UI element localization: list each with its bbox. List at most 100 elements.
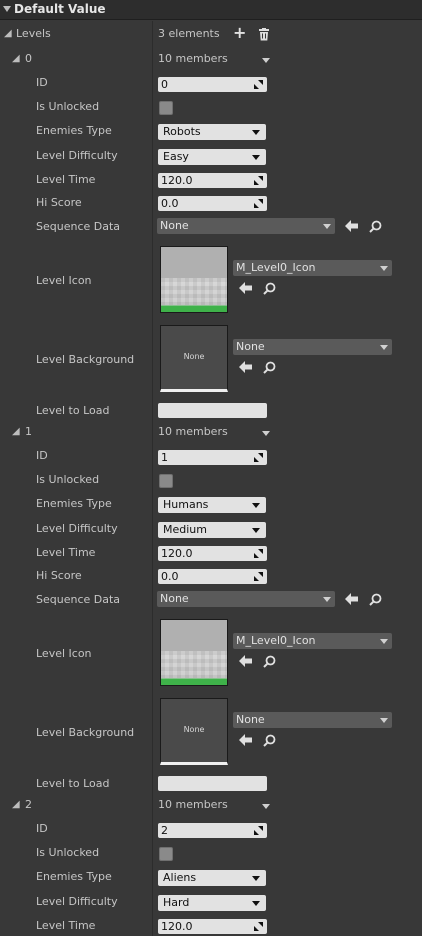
enemies-type-value: Humans — [163, 498, 209, 511]
level-background-thumbnail[interactable]: None — [160, 698, 228, 765]
level-icon-picker[interactable]: M_Level0_Icon — [233, 633, 392, 649]
sequence-data-row: Sequence Data None — [0, 589, 422, 609]
level-icon-thumbnail[interactable] — [160, 619, 228, 686]
level-icon-picker[interactable]: M_Level0_Icon — [233, 260, 392, 276]
level-background-picker[interactable]: None — [233, 712, 392, 728]
difficulty-row: Level Difficulty Medium — [0, 518, 422, 538]
difficulty-combo[interactable]: Hard — [158, 895, 266, 911]
enemies-type-value: Robots — [163, 125, 201, 138]
level-time-row: Level Time 120.0 — [0, 915, 422, 935]
use-selected-arrow-icon[interactable] — [239, 282, 253, 296]
members-chevron-icon[interactable] — [262, 804, 270, 809]
level-icon-label: Level Icon — [36, 647, 92, 660]
sequence-picker[interactable]: None — [157, 218, 335, 234]
use-selected-arrow-icon[interactable] — [239, 734, 253, 748]
level-to-load-row: Level to Load — [0, 400, 422, 420]
is-unlocked-checkbox[interactable] — [159, 101, 173, 115]
hi-score-field[interactable]: 0.0 — [158, 196, 267, 211]
spin-arrows-icon[interactable] — [254, 572, 263, 581]
element-expand-icon[interactable]: ◢ — [12, 426, 20, 437]
is-unlocked-checkbox[interactable] — [159, 847, 173, 861]
id-field[interactable]: 1 — [158, 450, 267, 465]
enemies-type-row: Enemies Type Aliens — [0, 866, 422, 886]
members-chevron-icon[interactable] — [262, 58, 270, 63]
id-field[interactable]: 0 — [158, 77, 267, 92]
spin-arrows-icon[interactable] — [254, 453, 263, 462]
collapse-arrow-icon[interactable] — [3, 6, 11, 12]
spin-arrows-icon[interactable] — [254, 80, 263, 89]
difficulty-combo[interactable]: Easy — [158, 149, 266, 165]
element-expand-icon[interactable]: ◢ — [12, 53, 20, 64]
dropdown-arrow-icon — [252, 503, 260, 508]
spin-arrows-icon[interactable] — [254, 176, 263, 185]
difficulty-value: Medium — [163, 523, 207, 536]
use-selected-arrow-icon[interactable] — [239, 361, 253, 375]
browse-search-icon[interactable] — [263, 655, 277, 669]
level-time-label: Level Time — [36, 546, 96, 559]
level-time-label: Level Time — [36, 173, 96, 186]
level-element-0: ◢ 0 10 members — [0, 50, 422, 70]
levels-expand-icon[interactable]: ◢ — [4, 28, 12, 39]
browse-search-icon[interactable] — [263, 282, 277, 296]
spin-arrows-icon[interactable] — [254, 549, 263, 558]
add-element-icon[interactable]: + — [233, 23, 246, 42]
level-time-row: Level Time 120.0 — [0, 169, 422, 189]
browse-search-icon[interactable] — [263, 361, 277, 375]
browse-search-icon[interactable] — [369, 593, 383, 607]
level-background-picker[interactable]: None — [233, 339, 392, 355]
dropdown-arrow-icon — [380, 266, 388, 271]
browse-search-icon[interactable] — [369, 220, 383, 234]
level-to-load-row: Level to Load — [0, 773, 422, 793]
difficulty-combo[interactable]: Medium — [158, 522, 266, 538]
enemies-type-row: Enemies Type Robots — [0, 120, 422, 140]
level-time-field[interactable]: 120.0 — [158, 173, 267, 188]
browse-search-icon[interactable] — [263, 734, 277, 748]
level-time-value: 120.0 — [161, 547, 193, 560]
element-expand-icon[interactable]: ◢ — [12, 799, 20, 810]
dropdown-arrow-icon — [252, 155, 260, 160]
id-value: 0 — [161, 78, 168, 91]
members-chevron-icon[interactable] — [262, 431, 270, 436]
id-label: ID — [36, 822, 48, 835]
thumbnail-none-text: None — [183, 352, 205, 361]
difficulty-row: Level Difficulty Hard — [0, 891, 422, 911]
element-index: 2 — [25, 798, 32, 811]
dropdown-arrow-icon — [380, 345, 388, 350]
hi-score-value: 0.0 — [161, 197, 179, 210]
use-selected-arrow-icon[interactable] — [239, 655, 253, 669]
difficulty-label: Level Difficulty — [36, 895, 118, 908]
sequence-picker[interactable]: None — [157, 591, 335, 607]
use-selected-arrow-icon[interactable] — [345, 220, 359, 234]
level-time-field[interactable]: 120.0 — [158, 546, 267, 561]
hi-score-row: Hi Score 0.0 — [0, 565, 422, 585]
enemies-type-combo[interactable]: Humans — [158, 497, 266, 513]
level-time-field[interactable]: 120.0 — [158, 919, 267, 934]
enemies-type-combo[interactable]: Robots — [158, 124, 266, 140]
id-field[interactable]: 2 — [158, 823, 267, 838]
level-background-thumbnail[interactable]: None — [160, 325, 228, 392]
enemies-type-label: Enemies Type — [36, 870, 112, 883]
level-icon-thumbnail[interactable] — [160, 246, 228, 313]
trash-icon[interactable] — [258, 28, 270, 41]
level-background-value: None — [236, 713, 265, 726]
details-header[interactable]: Default Value — [0, 0, 422, 20]
dropdown-arrow-icon — [252, 528, 260, 533]
spin-arrows-icon[interactable] — [254, 199, 263, 208]
id-row: ID 2 — [0, 818, 422, 838]
levels-row: ◢ Levels 3 elements + — [0, 23, 422, 45]
use-selected-arrow-icon[interactable] — [345, 593, 359, 607]
enemies-type-combo[interactable]: Aliens — [158, 870, 266, 886]
spin-arrows-icon[interactable] — [254, 826, 263, 835]
difficulty-value: Hard — [163, 896, 190, 909]
level-to-load-label: Level to Load — [36, 777, 110, 790]
enemies-type-value: Aliens — [163, 871, 197, 884]
spin-arrows-icon[interactable] — [254, 922, 263, 931]
id-value: 2 — [161, 824, 168, 837]
level-to-load-field[interactable] — [158, 776, 267, 791]
level-to-load-field[interactable] — [158, 403, 267, 418]
id-row: ID 1 — [0, 445, 422, 465]
level-icon-row: Level Icon M_Level0_Icon — [0, 619, 422, 689]
hi-score-field[interactable]: 0.0 — [158, 569, 267, 584]
is-unlocked-checkbox[interactable] — [159, 474, 173, 488]
sequence-data-label: Sequence Data — [36, 593, 121, 606]
